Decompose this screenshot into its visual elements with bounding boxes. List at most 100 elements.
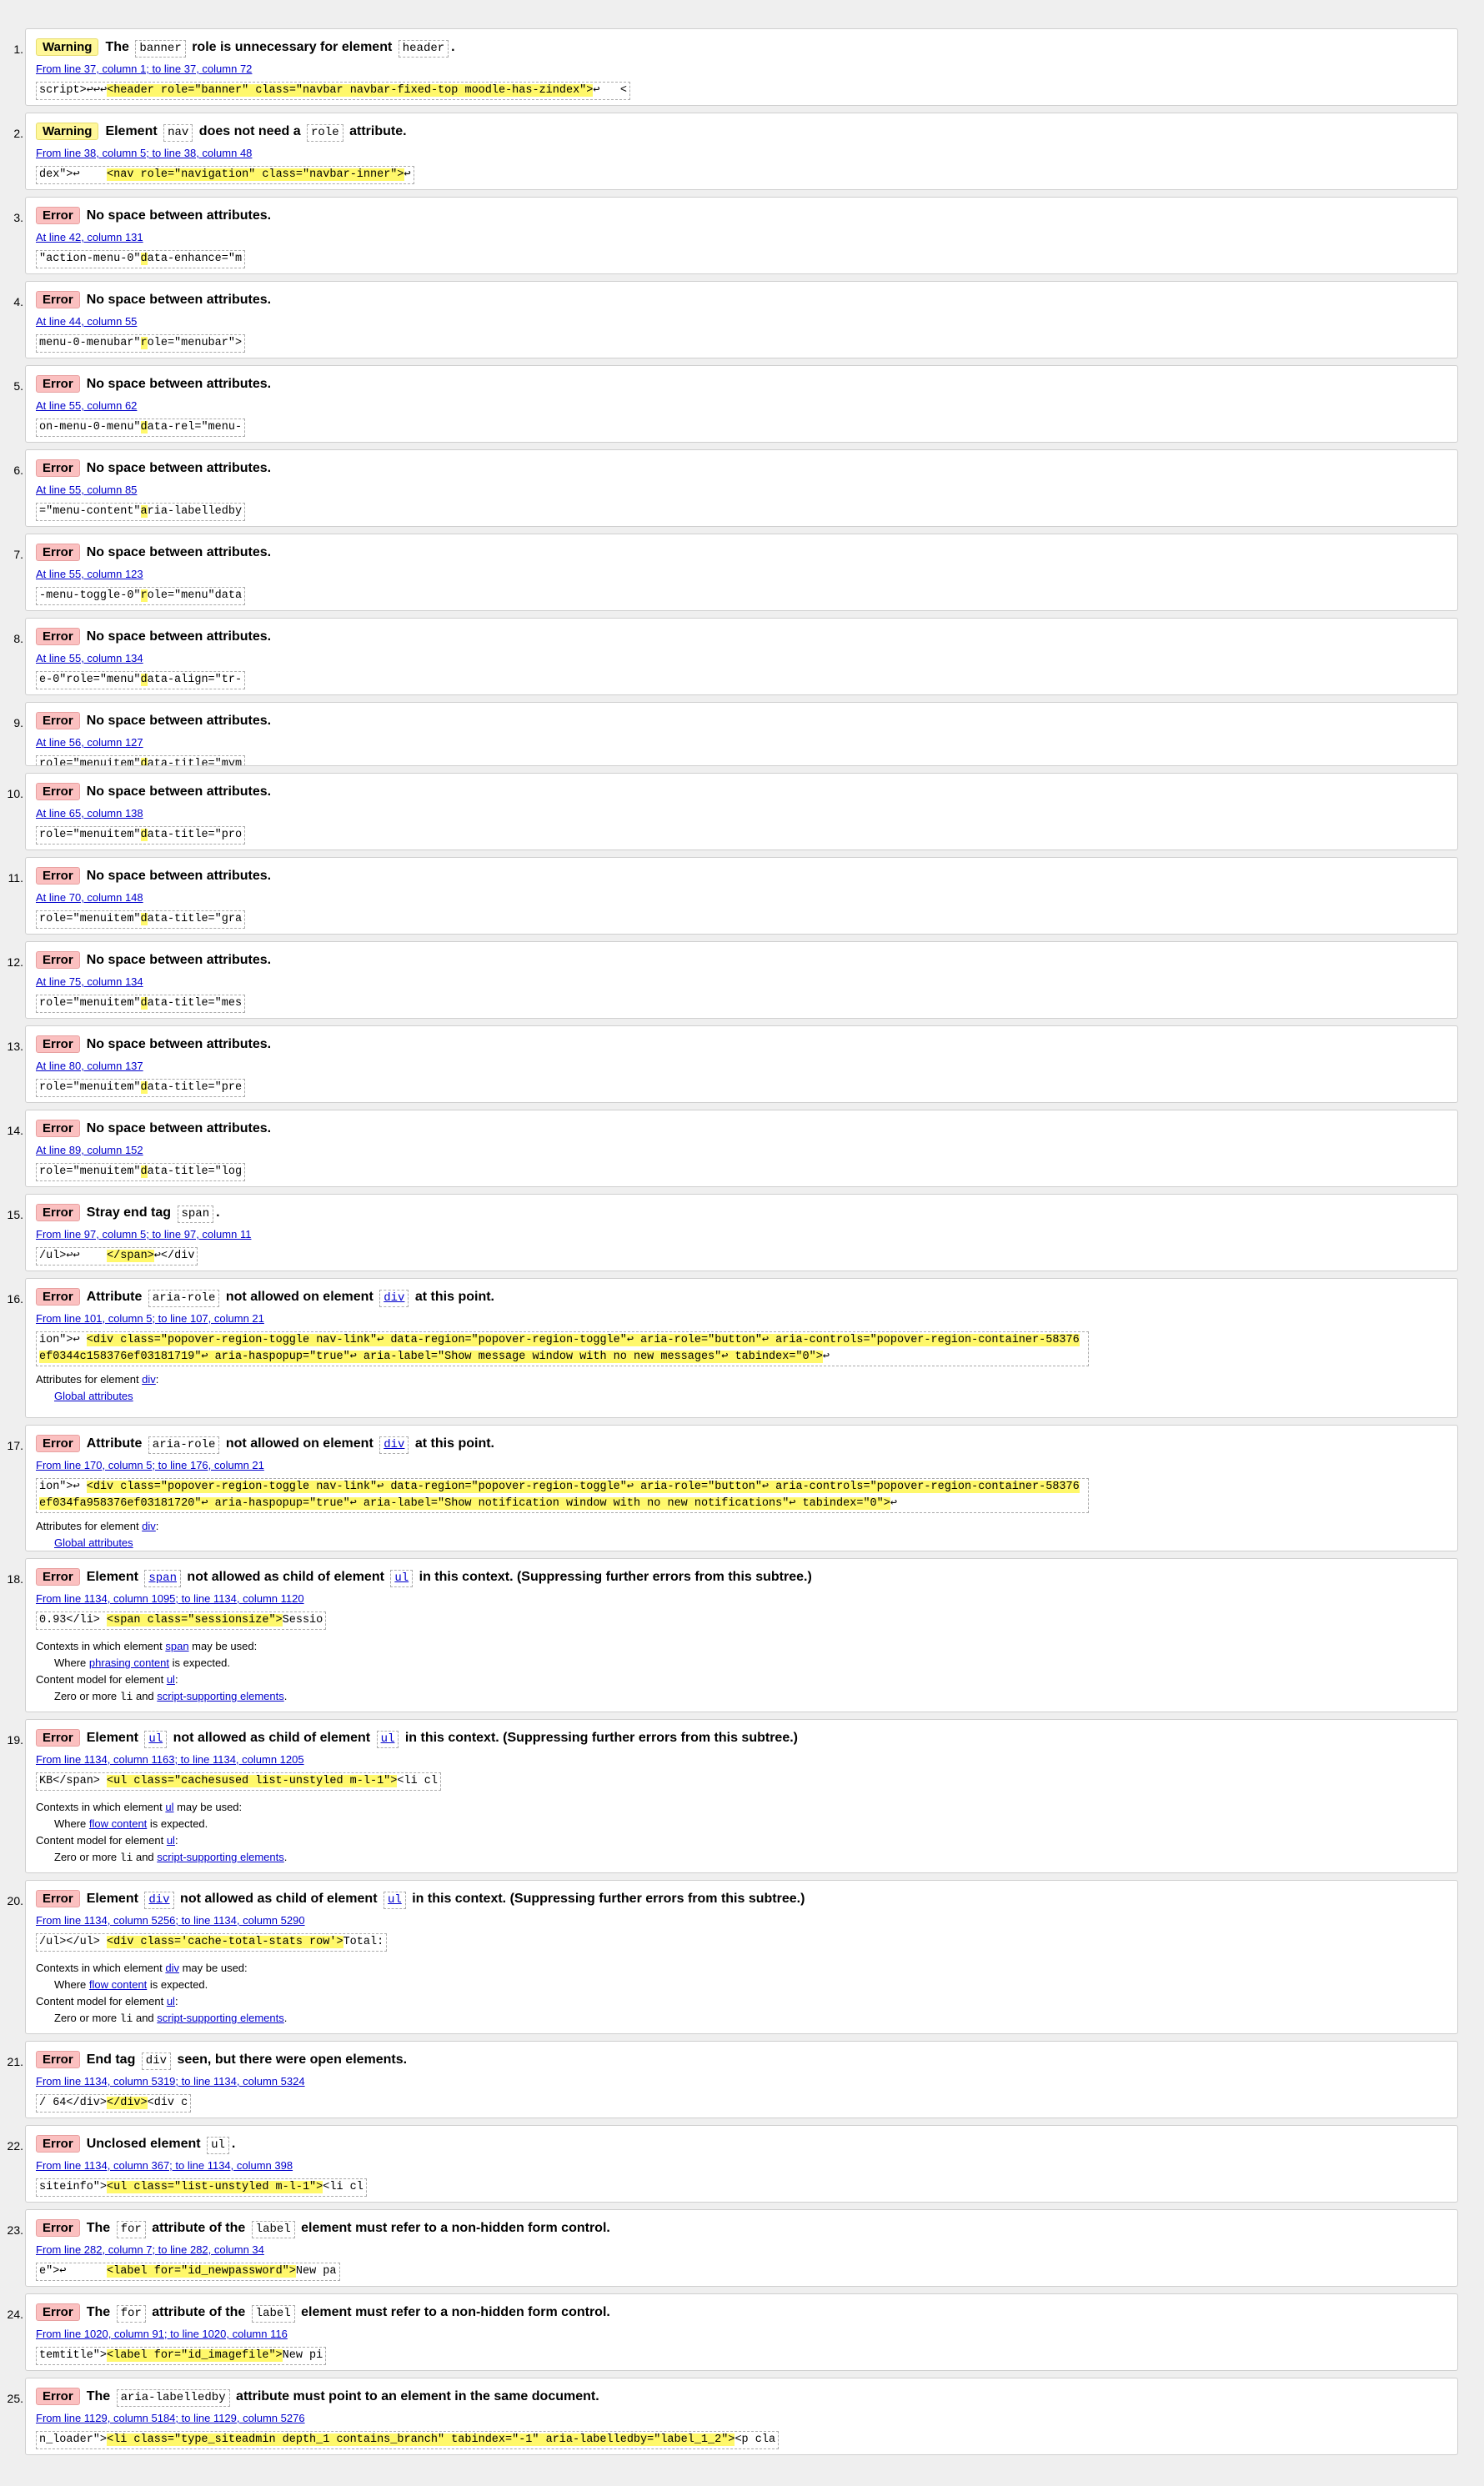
message-box: Error No space between attributes. At lin… (25, 1025, 1458, 1103)
source-extract: e">↩ <label for="id_newpassword">New pa (36, 2263, 340, 2281)
error-badge: Error (36, 867, 80, 885)
message-fragment: . (231, 2137, 236, 2151)
context-link[interactable]: script-supporting elements (157, 1851, 283, 1863)
message-fragment: No space between attributes. (86, 545, 272, 559)
code-token[interactable]: span (144, 1570, 181, 1587)
message-fragment: No space between attributes. (86, 293, 272, 307)
location-link[interactable]: At line 55, column 62 (36, 398, 1447, 413)
extract-highlight: <label for="id_imagefile"> (107, 2349, 283, 2362)
location-link[interactable]: From line 37, column 1; to line 37, colu… (36, 62, 1447, 77)
error-badge: Error (36, 628, 80, 645)
location-link[interactable]: From line 282, column 7; to line 282, co… (36, 2243, 1447, 2258)
context-link[interactable]: ul (165, 1801, 173, 1813)
context-link[interactable]: flow content (89, 1817, 147, 1830)
context-text: Content model for element (36, 1995, 167, 2007)
location-link[interactable]: At line 65, column 138 (36, 806, 1447, 821)
location-link[interactable]: At line 80, column 137 (36, 1059, 1447, 1074)
code-token[interactable]: div (144, 1892, 174, 1909)
message-text: Error No space between attributes. (36, 290, 1447, 310)
location-link[interactable]: From line 97, column 5; to line 97, colu… (36, 1227, 1447, 1242)
message-item: 20. Error Element div not allowed as child… (8, 1880, 1458, 2034)
location-link[interactable]: From line 1129, column 5184; to line 112… (36, 2411, 1447, 2426)
context-link[interactable]: div (142, 1373, 156, 1386)
location-link[interactable]: From line 1020, column 91; to line 1020,… (36, 2327, 1447, 2342)
extract-before: e-0"role="menu" (39, 674, 141, 686)
context-line: Contexts in which element ul may be used… (36, 1799, 1447, 1816)
message-box: Error Element ul not allowed as child of … (25, 1719, 1458, 1873)
context-info: Contexts in which element div may be use… (36, 1960, 1447, 2027)
context-text: Contexts in which element (36, 1962, 166, 1974)
extract-highlight: <nav role="navigation" class="navbar-inn… (107, 168, 404, 181)
code-token[interactable]: ul (390, 1570, 414, 1587)
location-link[interactable]: From line 101, column 5; to line 107, co… (36, 1311, 1447, 1326)
location-link[interactable]: At line 55, column 134 (36, 651, 1447, 666)
error-badge: Error (36, 375, 80, 393)
location-link[interactable]: At line 42, column 131 (36, 230, 1447, 245)
context-link[interactable]: span (165, 1640, 188, 1652)
message-number: 23. (7, 2223, 23, 2237)
context-line: Zero or more li and script-supporting el… (36, 1849, 1447, 1867)
message-box: Error Element div not allowed as child of… (25, 1880, 1458, 2034)
location-link[interactable]: At line 56, column 127 (36, 735, 1447, 750)
message-number: 3. (13, 211, 23, 224)
location-link[interactable]: From line 1134, column 367; to line 1134… (36, 2158, 1447, 2173)
location-link[interactable]: At line 75, column 134 (36, 975, 1447, 990)
location-link[interactable]: From line 170, column 5; to line 176, co… (36, 1458, 1447, 1473)
code-token: div (141, 2052, 172, 2070)
source-extract: / 64</div></div><div c (36, 2094, 192, 2113)
context-link[interactable]: ul (167, 1673, 175, 1686)
message-item: 14. Error No space between attributes. At … (8, 1110, 1458, 1187)
extract-before: "action-menu-0" (39, 253, 141, 265)
message-fragment: at this point. (411, 1290, 494, 1304)
context-link[interactable]: script-supporting elements (157, 1690, 283, 1702)
message-fragment: No space between attributes. (86, 869, 272, 883)
location-link[interactable]: From line 1134, column 5319; to line 113… (36, 2074, 1447, 2089)
context-link[interactable]: Global attributes (54, 1536, 133, 1549)
context-link[interactable]: div (142, 1520, 156, 1532)
source-extract: role="menuitem"data-title="mym (36, 755, 246, 765)
code-token[interactable]: div (379, 1290, 409, 1307)
location-link[interactable]: At line 55, column 85 (36, 483, 1447, 498)
location-link[interactable]: From line 1134, column 1163; to line 113… (36, 1752, 1447, 1767)
location-link[interactable]: From line 1134, column 1095; to line 113… (36, 1591, 1447, 1606)
message-number: 20. (7, 1894, 23, 1907)
context-link[interactable]: ul (167, 1834, 175, 1847)
context-line: Attributes for element div: (36, 1518, 1447, 1535)
context-link[interactable]: div (165, 1962, 179, 1974)
context-text: is expected. (169, 1656, 231, 1669)
code-token: role (307, 124, 343, 142)
context-link[interactable]: ul (167, 1995, 175, 2007)
context-link[interactable]: script-supporting elements (157, 2012, 283, 2024)
location-link[interactable]: At line 70, column 148 (36, 890, 1447, 905)
context-link[interactable]: Global attributes (54, 1390, 133, 1402)
message-number: 12. (7, 955, 23, 969)
code-token[interactable]: ul (376, 1731, 399, 1748)
message-number: 21. (7, 2055, 23, 2068)
code-token: span (177, 1205, 214, 1223)
extract-before: siteinfo"> (39, 2181, 108, 2193)
message-item: 22. Error Unclosed element ul. From line 11… (8, 2125, 1458, 2203)
extract-highlight: d (140, 674, 148, 686)
code-token[interactable]: ul (144, 1731, 168, 1748)
location-link[interactable]: At line 44, column 55 (36, 314, 1447, 329)
context-line: Content model for element ul: (36, 1993, 1447, 2010)
message-item: 4. Error No space between attributes. At l… (13, 281, 1458, 358)
location-link[interactable]: At line 55, column 123 (36, 567, 1447, 582)
code-token: aria-role (148, 1436, 220, 1454)
extract-before: n_loader"> (39, 2433, 108, 2446)
message-number: 17. (7, 1439, 23, 1452)
message-text: Error No space between attributes. (36, 866, 1447, 886)
source-extract: temtitle"><label for="id_imagefile">New … (36, 2347, 327, 2365)
source-extract: /ul></ul> <div class='cache-total-stats … (36, 1933, 388, 1952)
location-link[interactable]: From line 38, column 5; to line 38, colu… (36, 146, 1447, 161)
code-token[interactable]: div (379, 1436, 409, 1454)
code-token: li (119, 2012, 133, 2025)
context-link[interactable]: phrasing content (89, 1656, 169, 1669)
location-link[interactable]: At line 89, column 152 (36, 1143, 1447, 1158)
context-line: Where flow content is expected. (36, 1977, 1447, 1993)
code-token[interactable]: ul (383, 1892, 406, 1909)
location-link[interactable]: From line 1134, column 5256; to line 113… (36, 1913, 1447, 1928)
extract-highlight: d (140, 253, 148, 265)
message-item: 19. Error Element ul not allowed as child … (8, 1719, 1458, 1873)
context-link[interactable]: flow content (89, 1978, 147, 1991)
